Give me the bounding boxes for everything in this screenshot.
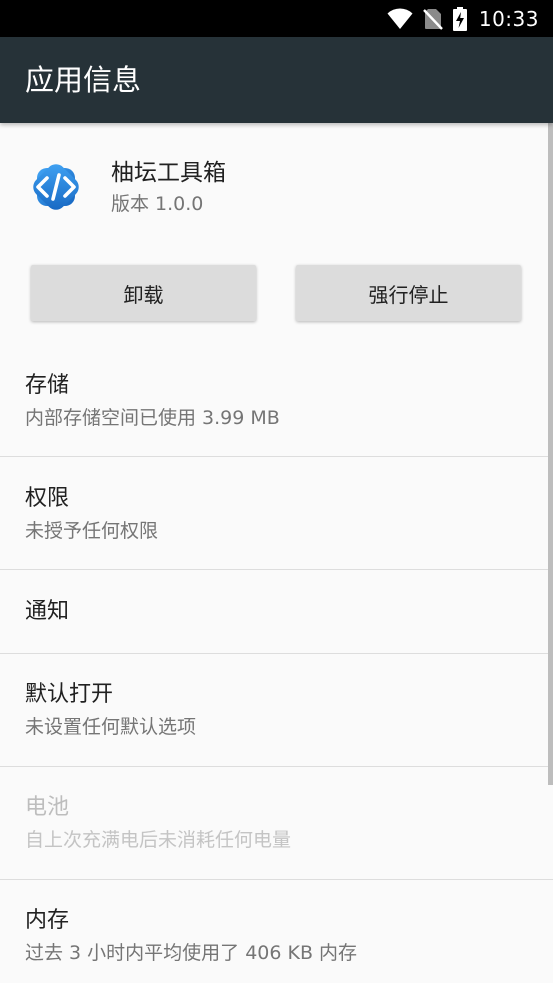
status-bar: 10:33	[0, 0, 553, 37]
setting-item-notifications[interactable]: 通知	[0, 570, 553, 654]
setting-item-battery: 电池 自上次充满电后未消耗任何电量	[0, 767, 553, 880]
app-header: 柚坛工具箱 版本 1.0.0	[0, 123, 553, 253]
wifi-icon	[387, 7, 413, 30]
setting-summary: 过去 3 小时内平均使用了 406 KB 内存	[25, 942, 358, 964]
setting-summary: 未设置任何默认选项	[25, 716, 197, 738]
setting-title: 电池	[25, 795, 70, 820]
setting-title: 存储	[25, 373, 70, 398]
setting-summary: 自上次充满电后未消耗任何电量	[25, 829, 292, 851]
app-info-screen: 10:33 应用信息 柚坛工具箱 版本 1.0.0 卸载 强行停止 存储 内部存…	[0, 0, 553, 983]
page-title: 应用信息	[25, 63, 142, 97]
setting-item-open-by-default[interactable]: 默认打开 未设置任何默认选项	[0, 654, 553, 767]
scrollbar[interactable]	[548, 123, 553, 785]
battery-charging-icon	[452, 6, 467, 31]
setting-summary: 内部存储空间已使用 3.99 MB	[25, 407, 280, 429]
uninstall-button[interactable]: 卸载	[31, 265, 256, 321]
setting-item-memory[interactable]: 内存 过去 3 小时内平均使用了 406 KB 内存	[0, 880, 553, 983]
setting-title: 通知	[25, 599, 70, 624]
status-time: 10:33	[478, 6, 539, 31]
setting-title: 权限	[25, 486, 70, 511]
code-brackets-icon	[25, 156, 87, 218]
app-info-content[interactable]: 柚坛工具箱 版本 1.0.0 卸载 强行停止 存储 内部存储空间已使用 3.99…	[0, 123, 553, 983]
setting-summary: 未授予任何权限	[25, 520, 159, 542]
setting-item-storage[interactable]: 存储 内部存储空间已使用 3.99 MB	[0, 351, 553, 457]
app-version: 版本 1.0.0	[111, 193, 204, 215]
setting-title: 默认打开	[25, 682, 114, 707]
setting-title: 内存	[25, 908, 70, 933]
app-name: 柚坛工具箱	[111, 160, 226, 186]
setting-item-permissions[interactable]: 权限 未授予任何权限	[0, 457, 553, 570]
force-stop-button[interactable]: 强行停止	[296, 265, 521, 321]
no-sim-icon	[422, 8, 443, 30]
status-icons: 10:33	[387, 0, 539, 37]
app-bar: 应用信息	[0, 37, 553, 123]
